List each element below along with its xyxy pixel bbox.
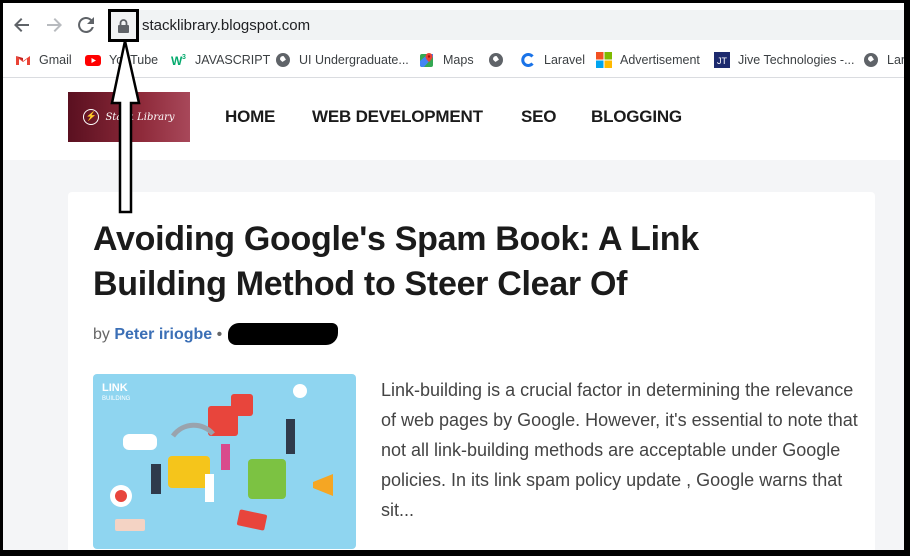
bookmarks-bar: Gmail YouTube W3 JAVASCRIPT UI Undergrad…	[3, 43, 904, 78]
nav-blogging[interactable]: BLOGGING	[591, 107, 682, 127]
bookmark-label: Laravel	[544, 53, 585, 67]
globe-icon	[275, 52, 291, 68]
byline-prefix: by	[93, 326, 110, 343]
bookmark-label: Jive Technologies -...	[738, 53, 855, 67]
bookmark-advertisement[interactable]: Advertisement	[596, 51, 700, 69]
back-arrow-icon	[14, 18, 29, 32]
bookmark-lar[interactable]: Lar	[863, 51, 904, 69]
link-building-illustration: LINK BUILDING	[102, 382, 333, 531]
bookmark-ui-undergraduate[interactable]: UI Undergraduate...	[275, 51, 409, 69]
post-excerpt: Link-building is a crucial factor in det…	[381, 380, 858, 520]
reload-icon	[78, 16, 94, 33]
post-thumbnail[interactable]: LINK BUILDING	[93, 374, 356, 549]
post-title[interactable]: Avoiding Google's Spam Book: A Link Buil…	[93, 217, 793, 307]
forward-arrow-icon	[47, 18, 62, 32]
nav-home[interactable]: HOME	[225, 107, 275, 127]
back-button[interactable]	[11, 16, 33, 38]
bookmark-label: Lar	[887, 53, 904, 67]
lightning-icon: ⚡	[83, 109, 100, 125]
bookmark-javascript[interactable]: W3 JAVASCRIPT	[171, 51, 270, 69]
bookmark-label: JAVASCRIPT	[195, 53, 271, 67]
thumbnail-label-building: BUILDING	[102, 396, 131, 402]
bookmark-label: YouTube	[109, 53, 159, 67]
site-logo[interactable]: ⚡ Stack Library	[68, 92, 190, 142]
bookmark-gmail[interactable]: Gmail	[15, 51, 72, 69]
bookmark-label: UI Undergraduate...	[299, 53, 409, 67]
jive-icon: JT	[714, 52, 730, 68]
web-page: ⚡ Stack Library HOME WEB DEVELOPMENT SEO…	[3, 78, 904, 550]
browser-window: stacklibrary.blogspot.com Gmail YouTube …	[3, 3, 904, 550]
site-header: ⚡ Stack Library HOME WEB DEVELOPMENT SEO…	[3, 78, 904, 160]
svg-text:3: 3	[182, 54, 186, 61]
w3schools-icon: W3	[171, 52, 187, 68]
youtube-icon	[85, 52, 101, 68]
bookmark-maps[interactable]: Maps	[419, 51, 474, 69]
redacted-date	[228, 323, 338, 345]
globe-icon	[863, 52, 879, 68]
maps-icon	[419, 52, 435, 68]
lock-highlight-box	[108, 9, 139, 42]
globe-icon	[488, 52, 504, 68]
post-byline: by Peter iriogbe •	[93, 326, 222, 344]
bookmark-jive-technologies[interactable]: JT Jive Technologies -...	[714, 51, 855, 69]
microsoft-icon	[596, 52, 612, 68]
reload-button[interactable]	[75, 16, 97, 38]
author-link[interactable]: Peter iriogbe	[114, 326, 212, 343]
bookmark-untitled[interactable]	[488, 51, 512, 69]
bookmark-laravel[interactable]: Laravel	[520, 51, 585, 69]
post-card: Avoiding Google's Spam Book: A Link Buil…	[68, 192, 875, 550]
url-text: stacklibrary.blogspot.com	[142, 17, 311, 34]
browser-toolbar: stacklibrary.blogspot.com	[3, 3, 904, 43]
thumbnail-label-link: LINK	[102, 382, 128, 394]
logo-text: Stack Library	[105, 111, 175, 123]
gmail-icon	[15, 52, 31, 68]
bookmark-youtube[interactable]: YouTube	[85, 51, 158, 69]
byline-separator: •	[216, 326, 223, 343]
lock-icon[interactable]	[117, 18, 130, 34]
bookmark-label: Advertisement	[620, 53, 700, 67]
svg-text:JT: JT	[717, 56, 728, 66]
forward-button[interactable]	[43, 16, 65, 38]
bookmark-label: Gmail	[39, 53, 72, 67]
nav-seo[interactable]: SEO	[521, 107, 557, 127]
bookmark-label: Maps	[443, 53, 474, 67]
nav-web-development[interactable]: WEB DEVELOPMENT	[312, 107, 483, 127]
laravel-icon	[520, 52, 536, 68]
